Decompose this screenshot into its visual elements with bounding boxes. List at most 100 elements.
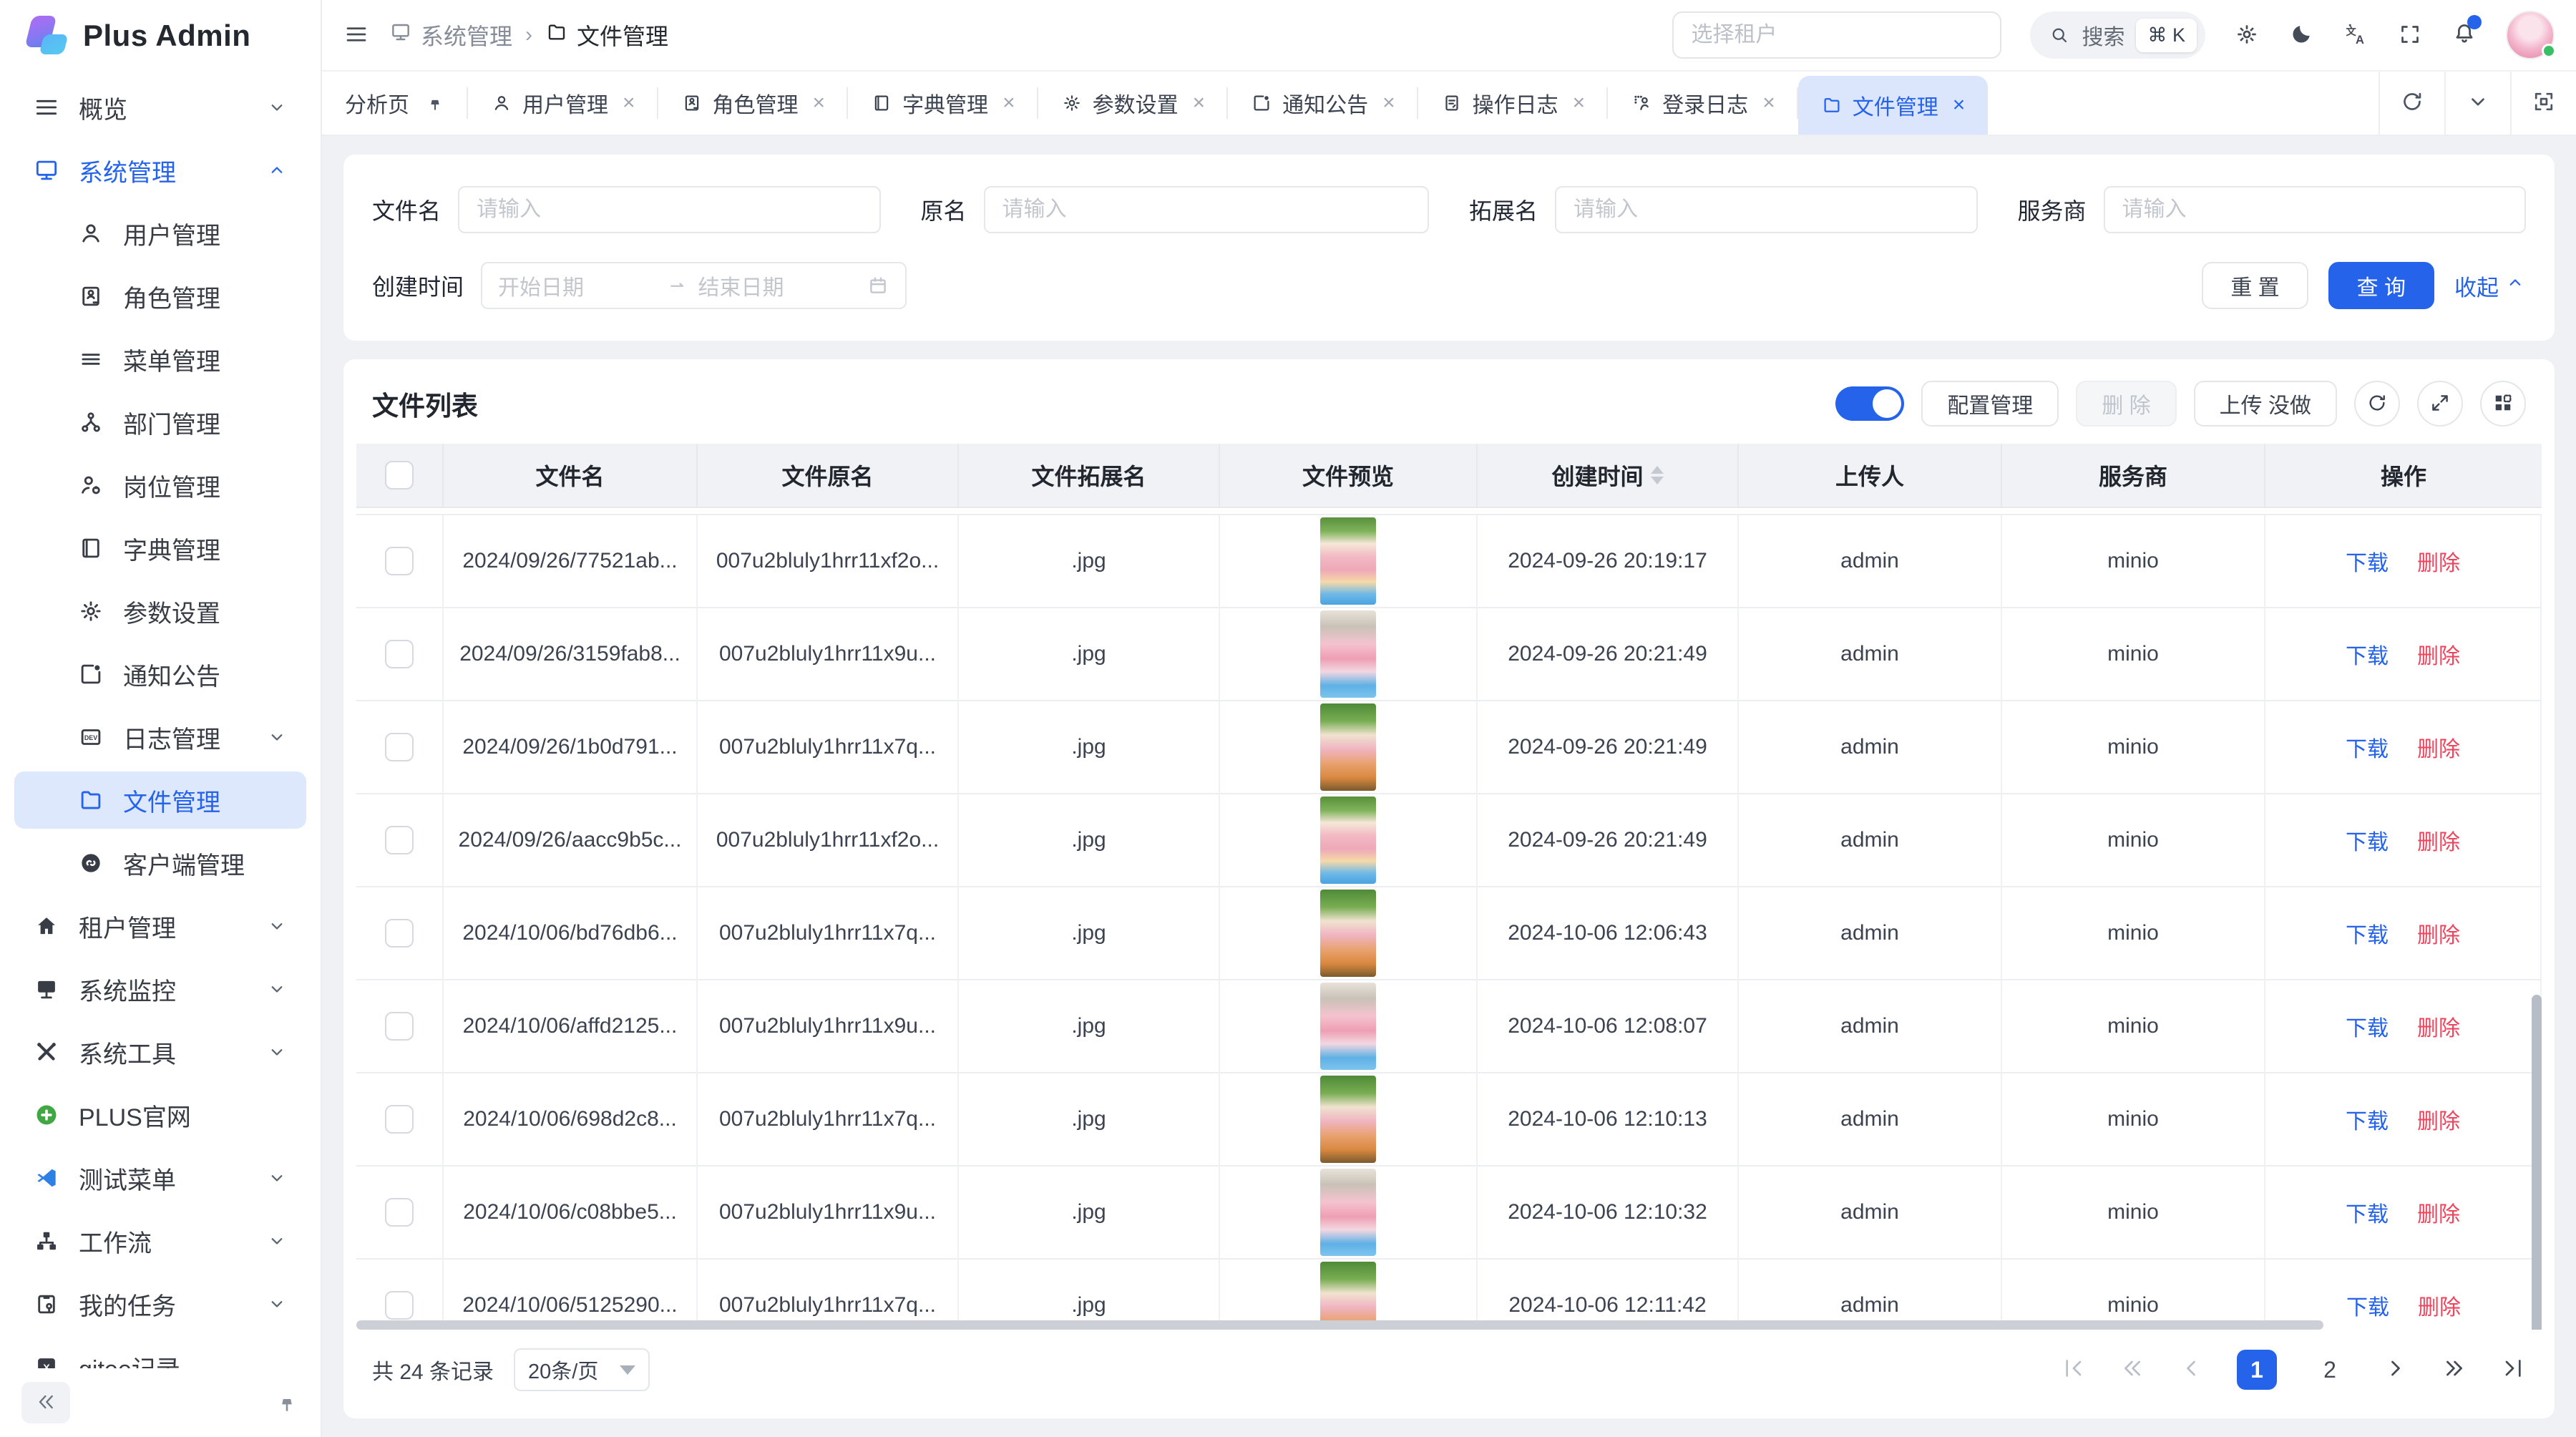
sidebar-item-9[interactable]: 通知公告 — [14, 646, 306, 703]
breadcrumb-file[interactable]: 文件管理 — [545, 19, 668, 52]
file-preview-image[interactable] — [1320, 1169, 1376, 1256]
delete-link[interactable]: 删除 — [2417, 1197, 2460, 1228]
download-link[interactable]: 下载 — [2346, 638, 2389, 670]
column-header-文件原名[interactable]: 文件原名 — [698, 444, 959, 508]
sidebar-item-1[interactable]: 系统管理 — [14, 142, 306, 199]
prev-page-button[interactable] — [2178, 1355, 2204, 1385]
row-checkbox[interactable] — [385, 826, 414, 854]
delete-button[interactable]: 删 除 — [2076, 381, 2176, 427]
row-checkbox[interactable] — [385, 919, 414, 948]
file-preview-image[interactable] — [1320, 890, 1376, 977]
tab-文件管理[interactable]: 文件管理× — [1798, 76, 1989, 135]
content-fullscreen-button[interactable] — [2510, 72, 2576, 135]
download-link[interactable]: 下载 — [2346, 1290, 2389, 1321]
column-header-操作[interactable]: 操作 — [2265, 444, 2542, 508]
tab-用户管理[interactable]: 用户管理× — [468, 72, 658, 135]
tabs-refresh-button[interactable] — [2379, 72, 2444, 135]
sidebar-item-8[interactable]: 参数设置 — [14, 583, 306, 640]
sort-icon[interactable] — [1651, 466, 1664, 484]
row-checkbox[interactable] — [385, 1105, 414, 1134]
sidebar-item-10[interactable]: DEV日志管理 — [14, 708, 306, 766]
tabs-menu-button[interactable] — [2444, 72, 2510, 135]
row-checkbox[interactable] — [385, 1291, 414, 1320]
tab-分析页[interactable]: 分析页 — [322, 72, 468, 135]
global-search-button[interactable]: 搜索 ⌘ K — [2030, 11, 2205, 59]
delete-link[interactable]: 删除 — [2417, 1010, 2460, 1042]
sidebar-item-19[interactable]: 我的任务 — [14, 1275, 306, 1333]
file-preview-image[interactable] — [1320, 517, 1376, 605]
column-header-上传人[interactable]: 上传人 — [1739, 444, 2002, 508]
column-header-服务商[interactable]: 服务商 — [2002, 444, 2265, 508]
app-logo[interactable]: Plus Admin — [0, 0, 321, 72]
delete-link[interactable]: 删除 — [2418, 1290, 2461, 1321]
tab-close-icon[interactable]: × — [1382, 91, 1395, 115]
pin-icon[interactable] — [425, 93, 445, 113]
tenant-select-input[interactable] — [1672, 11, 2001, 59]
sidebar-item-3[interactable]: 角色管理 — [14, 268, 306, 325]
select-all-checkbox[interactable] — [385, 461, 414, 489]
sidebar-item-0[interactable]: 概览 — [14, 79, 306, 136]
row-checkbox[interactable] — [385, 547, 414, 575]
delete-link[interactable]: 删除 — [2417, 824, 2460, 856]
page-button-2[interactable]: 2 — [2310, 1350, 2350, 1390]
file-preview-image[interactable] — [1320, 610, 1376, 698]
sidebar-item-18[interactable]: 工作流 — [14, 1212, 306, 1270]
download-link[interactable]: 下载 — [2346, 1197, 2389, 1228]
tab-close-icon[interactable]: × — [813, 91, 826, 115]
column-header-创建时间[interactable]: 创建时间 — [1478, 444, 1739, 508]
next-page-button[interactable] — [2383, 1355, 2409, 1385]
delete-link[interactable]: 删除 — [2417, 545, 2460, 577]
download-link[interactable]: 下载 — [2346, 731, 2389, 763]
tab-close-icon[interactable]: × — [623, 91, 635, 115]
tab-通知公告[interactable]: 通知公告× — [1228, 72, 1418, 135]
column-header-文件名[interactable]: 文件名 — [444, 444, 698, 508]
file-preview-image[interactable] — [1320, 1076, 1376, 1163]
collapse-filters-link[interactable]: 收起 — [2454, 270, 2526, 302]
tab-close-icon[interactable]: × — [1002, 91, 1015, 115]
file-preview-image[interactable] — [1320, 797, 1376, 884]
sidebar-item-17[interactable]: 测试菜单 — [14, 1149, 306, 1207]
tab-参数设置[interactable]: 参数设置× — [1038, 72, 1229, 135]
reset-button[interactable]: 重 置 — [2202, 262, 2308, 309]
tab-字典管理[interactable]: 字典管理× — [848, 72, 1038, 135]
breadcrumb-system[interactable]: 系统管理 — [389, 19, 512, 52]
vertical-scrollbar[interactable] — [2532, 995, 2542, 1330]
delete-link[interactable]: 删除 — [2417, 1104, 2460, 1135]
tab-close-icon[interactable]: × — [1193, 91, 1206, 115]
file-preview-image[interactable] — [1320, 983, 1376, 1070]
tab-close-icon[interactable]: × — [1573, 91, 1586, 115]
date-range-input[interactable]: 开始日期 结束日期 — [481, 262, 907, 309]
download-link[interactable]: 下载 — [2346, 917, 2389, 949]
menu-toggle-button[interactable] — [343, 21, 369, 49]
file-preview-image[interactable] — [1320, 703, 1376, 791]
fullscreen-button[interactable] — [2397, 21, 2423, 49]
delete-link[interactable]: 删除 — [2417, 638, 2460, 670]
download-link[interactable]: 下载 — [2346, 1104, 2389, 1135]
sidebar-item-4[interactable]: 菜单管理 — [14, 331, 306, 388]
sidebar-pin-icon[interactable] — [275, 1390, 299, 1415]
file-preview-image[interactable] — [1320, 1262, 1376, 1330]
sidebar-item-15[interactable]: 系统工具 — [14, 1023, 306, 1081]
sidebar-item-6[interactable]: 岗位管理 — [14, 457, 306, 514]
table-fullscreen-button[interactable] — [2417, 381, 2463, 427]
search-button[interactable]: 查 询 — [2328, 262, 2434, 309]
tab-close-icon[interactable]: × — [1953, 93, 1966, 117]
delete-link[interactable]: 删除 — [2417, 731, 2460, 763]
filter-input-拓展名[interactable] — [1555, 186, 1977, 233]
tab-操作日志[interactable]: 操作日志× — [1418, 72, 1609, 135]
next-5-pages-button[interactable] — [2441, 1355, 2467, 1385]
dark-mode-button[interactable] — [2288, 21, 2314, 49]
sidebar-item-2[interactable]: 用户管理 — [14, 205, 306, 262]
prev-5-pages-button[interactable] — [2119, 1355, 2145, 1385]
config-manage-button[interactable]: 配置管理 — [1921, 381, 2059, 427]
row-checkbox[interactable] — [385, 1198, 414, 1227]
tab-登录日志[interactable]: 登录日志× — [1608, 72, 1798, 135]
row-checkbox[interactable] — [385, 640, 414, 668]
sidebar-item-12[interactable]: 客户端管理 — [14, 834, 306, 892]
notifications-button[interactable] — [2451, 21, 2477, 50]
sidebar-item-14[interactable]: 系统监控 — [14, 960, 306, 1018]
download-link[interactable]: 下载 — [2346, 1010, 2389, 1042]
sidebar-item-7[interactable]: 字典管理 — [14, 520, 306, 577]
user-avatar[interactable] — [2506, 11, 2555, 59]
page-button-1[interactable]: 1 — [2237, 1350, 2277, 1390]
